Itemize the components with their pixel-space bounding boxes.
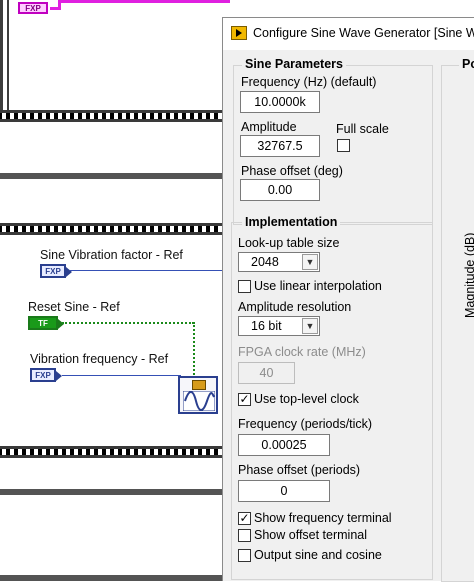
phase-offset-input[interactable]: 0.00 bbox=[240, 179, 320, 201]
control-label-sine-vibration: Sine Vibration factor - Ref bbox=[40, 248, 183, 262]
bool-wire bbox=[193, 322, 195, 378]
full-scale-label: Full scale bbox=[336, 122, 389, 136]
sequence-frame-strip bbox=[0, 223, 230, 235]
fpga-clock-label: FPGA clock rate (MHz) bbox=[238, 345, 366, 359]
frequency-input[interactable]: 10.0000k bbox=[240, 91, 320, 113]
fxp-terminal-top[interactable]: FXP bbox=[18, 2, 48, 14]
fxp-wire bbox=[62, 375, 180, 376]
output-sine-cosine-label: Output sine and cosine bbox=[254, 548, 382, 562]
phase-offset-label: Phase offset (deg) bbox=[241, 164, 343, 178]
pink-wire bbox=[58, 0, 230, 3]
frame-divider bbox=[0, 489, 230, 495]
frequency-periods-label: Frequency (periods/tick) bbox=[238, 417, 373, 431]
output-sine-cosine-checkbox[interactable] bbox=[238, 548, 251, 562]
amplitude-label: Amplitude bbox=[241, 120, 297, 134]
chevron-down-icon[interactable]: ▼ bbox=[302, 254, 318, 270]
linear-interpolation-label: Use linear interpolation bbox=[254, 279, 382, 293]
frame-border-left bbox=[0, 0, 3, 118]
labview-app-icon bbox=[231, 26, 247, 40]
frame-border-inner bbox=[7, 0, 9, 110]
show-frequency-terminal-option[interactable]: ✓ Show frequency terminal bbox=[238, 511, 392, 525]
show-frequency-terminal-label: Show frequency terminal bbox=[254, 511, 392, 525]
implementation-legend: Implementation bbox=[242, 215, 341, 229]
full-scale-checkbox[interactable] bbox=[337, 139, 350, 152]
control-label-vibration-frequency: Vibration frequency - Ref bbox=[30, 352, 169, 366]
output-sine-cosine-option[interactable]: Output sine and cosine bbox=[238, 548, 382, 562]
linear-interpolation-checkbox[interactable] bbox=[238, 279, 251, 293]
frequency-periods-input[interactable]: 0.00025 bbox=[238, 434, 330, 456]
bool-terminal-reset-sine[interactable]: TF bbox=[28, 316, 64, 330]
sequence-frame-strip bbox=[0, 446, 230, 458]
phase-periods-input[interactable]: 0 bbox=[238, 480, 330, 502]
dialog-title: Configure Sine Wave Generator [Sine Wa bbox=[253, 26, 474, 40]
show-offset-terminal-checkbox[interactable] bbox=[238, 528, 251, 542]
magnitude-axis-label: Magnitude (dB) bbox=[463, 232, 474, 318]
dialog-titlebar[interactable]: Configure Sine Wave Generator [Sine Wa bbox=[223, 18, 474, 50]
frame-divider bbox=[0, 173, 230, 179]
lut-size-select[interactable]: 2048 ▼ bbox=[238, 252, 320, 272]
show-frequency-terminal-checkbox[interactable]: ✓ bbox=[238, 511, 251, 525]
response-plot-group bbox=[441, 65, 474, 582]
lut-size-value: 2048 bbox=[251, 255, 279, 269]
fxp-wire bbox=[70, 270, 230, 271]
linear-interpolation-option[interactable]: Use linear interpolation bbox=[238, 279, 382, 293]
show-offset-terminal-label: Show offset terminal bbox=[254, 528, 368, 542]
chevron-down-icon[interactable]: ▼ bbox=[302, 318, 318, 334]
amplitude-resolution-select[interactable]: 16 bit ▼ bbox=[238, 316, 320, 336]
phase-periods-label: Phase offset (periods) bbox=[238, 463, 361, 477]
sine-generator-vi-icon[interactable] bbox=[178, 376, 218, 414]
fxp-terminal-sine-vibration[interactable]: FXP bbox=[40, 264, 72, 278]
sine-parameters-legend: Sine Parameters bbox=[242, 57, 346, 71]
frame-divider bbox=[0, 575, 230, 581]
amplitude-input[interactable]: 32767.5 bbox=[240, 135, 320, 157]
frequency-label: Frequency (Hz) (default) bbox=[241, 75, 377, 89]
top-level-clock-option[interactable]: ✓ Use top-level clock bbox=[238, 392, 359, 406]
top-level-clock-label: Use top-level clock bbox=[254, 392, 359, 406]
sine-wave-icon bbox=[183, 391, 215, 411]
configure-sine-wave-dialog: Configure Sine Wave Generator [Sine Wa S… bbox=[222, 17, 474, 582]
amplitude-resolution-value: 16 bit bbox=[251, 319, 282, 333]
bool-wire bbox=[62, 322, 194, 324]
fxp-terminal-vibration-frequency[interactable]: FXP bbox=[30, 368, 62, 382]
response-plot-legend: Po bbox=[459, 57, 474, 71]
fpga-clock-input: 40 bbox=[238, 362, 295, 384]
control-label-reset-sine: Reset Sine - Ref bbox=[28, 300, 120, 314]
sequence-frame-strip bbox=[0, 110, 230, 122]
amplitude-resolution-label: Amplitude resolution bbox=[238, 300, 352, 314]
lut-size-label: Look-up table size bbox=[238, 236, 340, 250]
show-offset-terminal-option[interactable]: Show offset terminal bbox=[238, 528, 367, 542]
vi-config-icon bbox=[192, 380, 206, 390]
top-level-clock-checkbox[interactable]: ✓ bbox=[238, 392, 251, 406]
